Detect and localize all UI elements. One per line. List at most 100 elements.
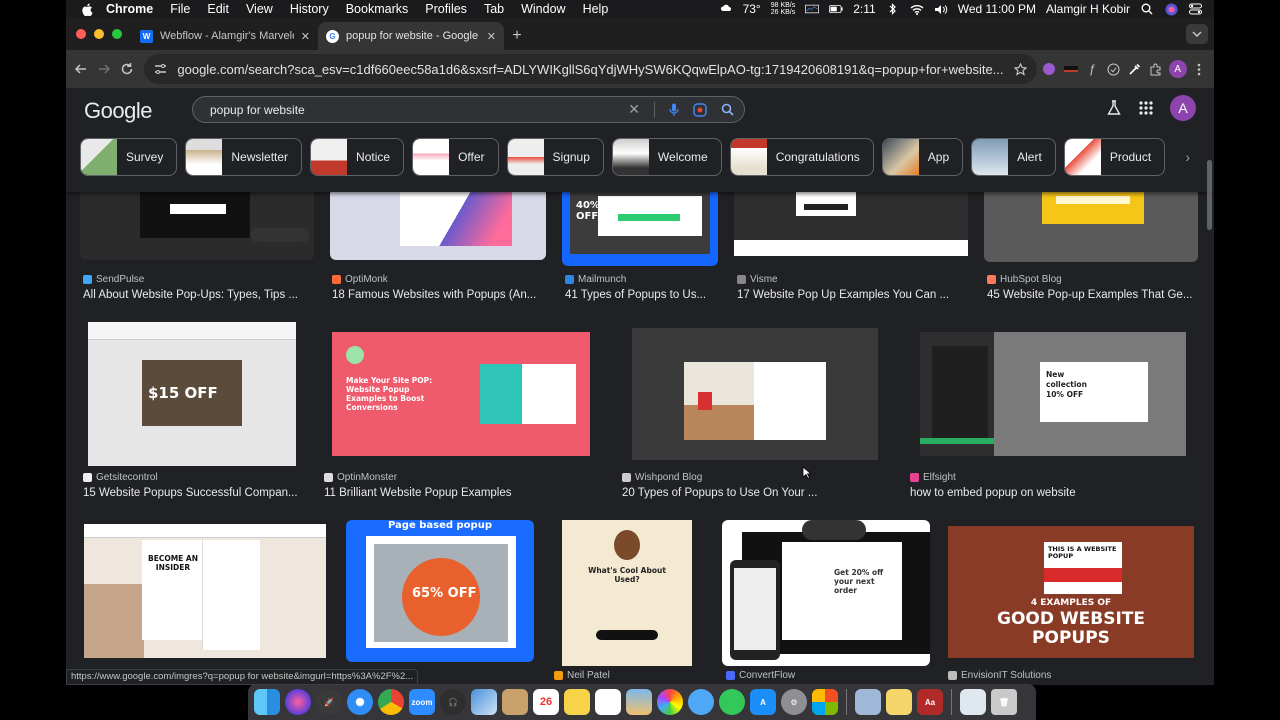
- wifi-icon[interactable]: [910, 3, 924, 15]
- volume-icon[interactable]: [934, 3, 948, 15]
- new-tab-button[interactable]: +: [504, 22, 530, 50]
- close-window-button[interactable]: [76, 29, 86, 39]
- result-caption[interactable]: 20 Types of Popups to Use On Your ...: [622, 487, 817, 499]
- zoom-icon[interactable]: zoom: [409, 689, 435, 715]
- labs-flask-icon[interactable]: [1106, 100, 1122, 116]
- siri-dock-icon[interactable]: [285, 689, 311, 715]
- result-caption[interactable]: 11 Brilliant Website Popup Examples: [324, 487, 512, 499]
- result-image[interactable]: BECOME AN INSIDER: [84, 524, 326, 658]
- extension-purple-icon[interactable]: [1041, 57, 1058, 81]
- result-caption[interactable]: 17 Website Pop Up Examples You Can ...: [737, 289, 949, 301]
- url-text[interactable]: google.com/search?sca_esv=c1df660eec58a1…: [177, 62, 1003, 77]
- chip-alert[interactable]: Alert: [971, 138, 1056, 176]
- chip-signup[interactable]: Signup: [506, 138, 604, 176]
- close-tab-icon[interactable]: ✕: [487, 30, 496, 43]
- search-submit-icon[interactable]: [721, 103, 734, 116]
- result-image[interactable]: Get 20% off your next order: [722, 520, 930, 666]
- tab-webflow[interactable]: W Webflow - Alamgir's Marvelous ✕: [132, 22, 318, 50]
- result-caption[interactable]: 18 Famous Websites with Popups (An...: [332, 289, 536, 301]
- lens-search-icon[interactable]: [693, 102, 707, 117]
- headphones-app-icon[interactable]: 🎧: [440, 689, 466, 715]
- battery-icon[interactable]: [829, 3, 843, 15]
- chip-survey[interactable]: Survey: [80, 138, 178, 176]
- result-image[interactable]: [632, 328, 878, 460]
- control-center-icon[interactable]: [1188, 3, 1202, 15]
- chip-product[interactable]: Product: [1063, 138, 1166, 176]
- chrome-menu-icon[interactable]: [1191, 57, 1208, 81]
- result-image[interactable]: 40% OFF: [562, 188, 718, 266]
- maps-icon[interactable]: [626, 689, 652, 715]
- tab-google-search[interactable]: G popup for website - Google Search ✕: [318, 22, 504, 50]
- app-store-icon[interactable]: A: [750, 689, 776, 715]
- photos-icon[interactable]: [657, 689, 683, 715]
- google-logo[interactable]: Google: [84, 98, 152, 124]
- preview-icon[interactable]: [471, 689, 497, 715]
- apple-menu-icon[interactable]: [80, 2, 94, 16]
- notebook-icon[interactable]: [502, 689, 528, 715]
- extensions-puzzle-icon[interactable]: [1147, 57, 1164, 81]
- chips-scroll-right-icon[interactable]: ›: [1185, 149, 1190, 165]
- result-image[interactable]: $15 OFF: [88, 322, 296, 466]
- clear-search-icon[interactable]: ✕: [628, 101, 640, 118]
- result-caption[interactable]: 41 Types of Popups to Us...: [565, 289, 706, 301]
- result-image[interactable]: Make Your Site POP: Website Popup Exampl…: [332, 332, 590, 456]
- menu-edit[interactable]: Edit: [207, 2, 229, 16]
- tab-search-button[interactable]: [1186, 24, 1208, 44]
- back-button[interactable]: [72, 56, 91, 82]
- messages-icon[interactable]: [688, 689, 714, 715]
- downloads-folder-icon[interactable]: [960, 689, 986, 715]
- apps-grid-icon[interactable]: [1138, 100, 1154, 116]
- activity-monitor-icon[interactable]: [805, 3, 820, 15]
- stickies-icon[interactable]: [886, 689, 912, 715]
- weather-icon[interactable]: [719, 3, 733, 15]
- chip-newsletter[interactable]: Newsletter: [185, 138, 303, 176]
- menu-tab[interactable]: Tab: [484, 2, 504, 16]
- result-image[interactable]: [984, 188, 1198, 262]
- menu-bookmarks[interactable]: Bookmarks: [346, 2, 409, 16]
- result-caption[interactable]: 15 Website Popups Successful Compan...: [83, 487, 298, 499]
- result-image[interactable]: New collection 10% OFF: [920, 332, 1186, 456]
- result-caption[interactable]: All About Website Pop-Ups: Types, Tips .…: [83, 289, 298, 301]
- page-scrollbar[interactable]: [1207, 160, 1212, 230]
- menu-profiles[interactable]: Profiles: [425, 2, 467, 16]
- voice-search-icon[interactable]: [669, 103, 679, 117]
- address-bar[interactable]: google.com/search?sca_esv=c1df660eec58a1…: [144, 54, 1037, 84]
- chrome-profile-button[interactable]: A: [1168, 57, 1187, 81]
- chip-welcome[interactable]: Welcome: [611, 138, 722, 176]
- menu-history[interactable]: History: [290, 2, 329, 16]
- menu-view[interactable]: View: [246, 2, 273, 16]
- menu-app-chrome[interactable]: Chrome: [106, 2, 153, 16]
- microsoft-office-icon[interactable]: [812, 689, 838, 715]
- chip-offer[interactable]: Offer: [412, 138, 499, 176]
- search-box[interactable]: popup for website ✕: [192, 96, 745, 123]
- extension-font-icon[interactable]: ƒ: [1083, 57, 1100, 81]
- result-image[interactable]: THIS IS A WEBSITE POPUP 4 EXAMPLES OF GO…: [948, 526, 1194, 658]
- result-caption[interactable]: how to embed popup on website: [910, 487, 1076, 499]
- forward-button[interactable]: [95, 56, 114, 82]
- screenshot-folder-icon[interactable]: [855, 689, 881, 715]
- eyedropper-icon[interactable]: [1126, 57, 1143, 81]
- bluetooth-icon[interactable]: [886, 3, 900, 15]
- chip-notice[interactable]: Notice: [310, 138, 405, 176]
- finder-icon[interactable]: [254, 689, 280, 715]
- search-input[interactable]: popup for website: [210, 103, 628, 117]
- minimize-window-button[interactable]: [94, 29, 104, 39]
- dictionary-icon[interactable]: Aa: [917, 689, 943, 715]
- zoom-window-button[interactable]: [112, 29, 122, 39]
- extension-dark-icon[interactable]: [1062, 57, 1079, 81]
- menu-help[interactable]: Help: [583, 2, 609, 16]
- menubar-datetime[interactable]: Wed 11:00 PM: [958, 2, 1036, 16]
- result-image[interactable]: Page based popup 65% OFF: [346, 520, 534, 662]
- chrome-dock-icon[interactable]: [378, 689, 404, 715]
- facetime-icon[interactable]: [719, 689, 745, 715]
- google-account-avatar[interactable]: A: [1170, 95, 1196, 121]
- chip-congratulations[interactable]: Congratulations: [729, 138, 874, 176]
- menu-file[interactable]: File: [170, 2, 190, 16]
- spotlight-search-icon[interactable]: [1140, 3, 1154, 15]
- result-image[interactable]: What's Cool About Used?: [562, 520, 692, 666]
- launchpad-icon[interactable]: 🚀: [316, 689, 342, 715]
- extension-check-icon[interactable]: [1105, 57, 1122, 81]
- calendar-icon[interactable]: 26: [533, 689, 559, 715]
- result-image[interactable]: [734, 188, 968, 256]
- reload-button[interactable]: [118, 56, 137, 82]
